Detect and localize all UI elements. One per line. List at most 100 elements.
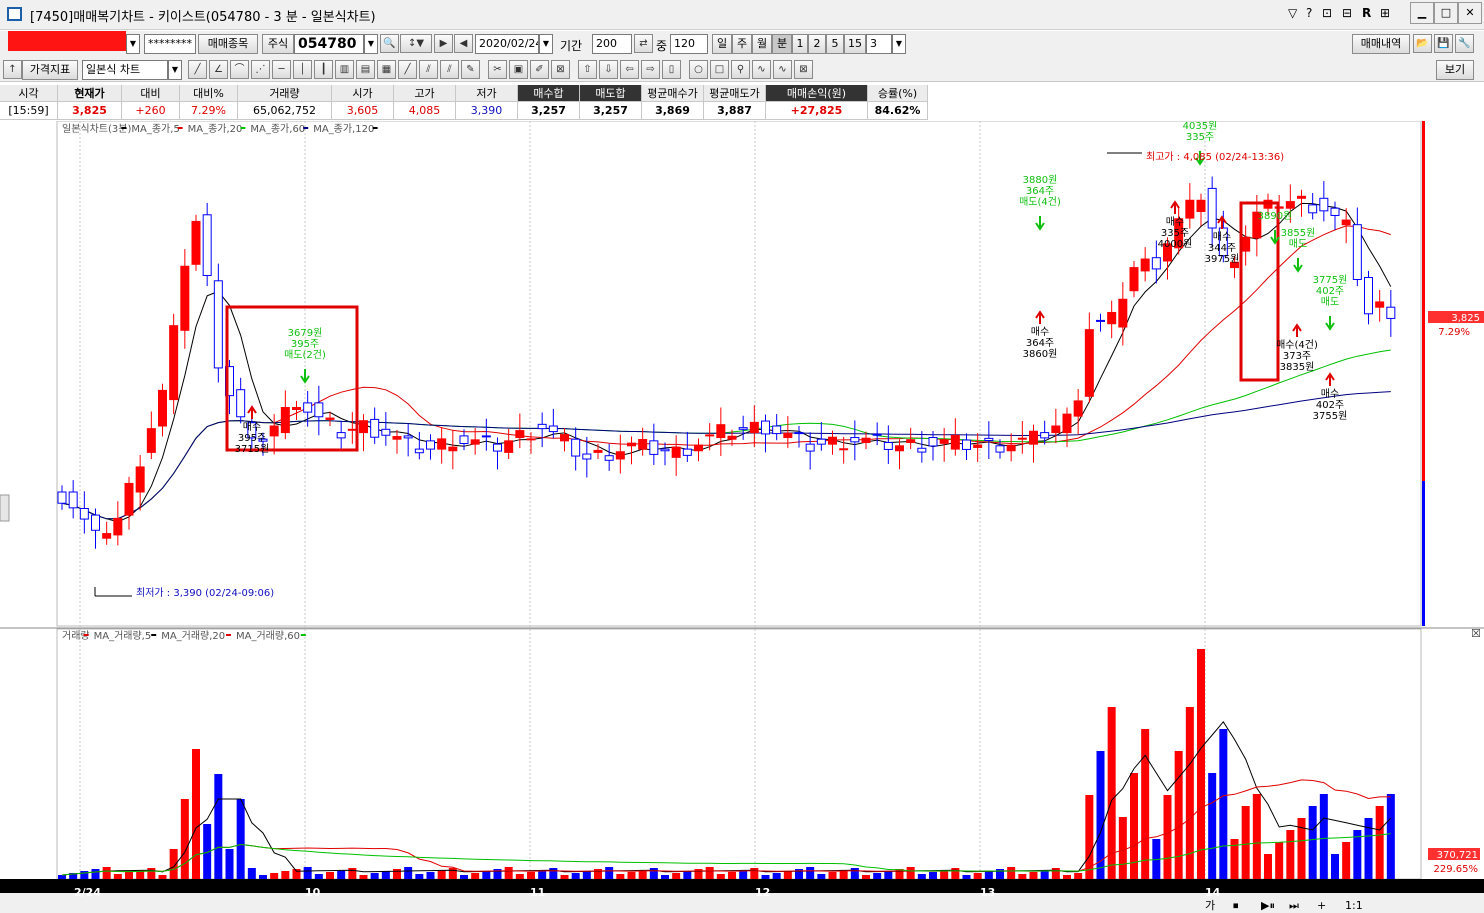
grid-icon[interactable]: ⊞ — [1380, 6, 1390, 20]
draw-tool-icon[interactable]: ⇧ — [578, 60, 597, 79]
minute-select[interactable]: 3 — [866, 34, 892, 54]
draw-tool-icon[interactable]: ⇦ — [620, 60, 639, 79]
dropdown-icon[interactable]: ▽ — [1288, 6, 1297, 20]
unit-15-button[interactable]: 15 — [844, 34, 866, 54]
restore-icon[interactable]: ⊟ — [1342, 6, 1352, 20]
quote-value: 3,825 — [58, 102, 122, 120]
volume-bar — [1331, 854, 1339, 879]
account-dropdown-icon[interactable]: ▼ — [126, 34, 140, 54]
up-icon[interactable]: ↑ — [3, 60, 22, 79]
draw-tool-icon[interactable]: ○ — [689, 60, 708, 79]
draw-tool-icon[interactable]: ∿ — [752, 60, 771, 79]
draw-tool-icon[interactable]: ▯ — [662, 60, 681, 79]
candle-body — [347, 428, 357, 431]
open-icon[interactable]: 📂 — [1413, 34, 1432, 53]
draw-tool-icon[interactable]: □ — [710, 60, 729, 79]
minimize-button[interactable]: ▁ — [1410, 2, 1434, 24]
count-input[interactable]: 120 — [670, 34, 708, 54]
close-button[interactable]: ✕ — [1458, 2, 1482, 24]
link-icon[interactable]: ⊡ — [1322, 6, 1332, 20]
draw-tool-icon[interactable]: ⋰ — [251, 60, 270, 79]
draw-tool-icon[interactable]: ▣ — [509, 60, 528, 79]
period-input[interactable]: 200 — [592, 34, 632, 54]
minute-dropdown-icon[interactable]: ▼ — [892, 34, 906, 54]
market-type-button[interactable]: 주식 — [262, 34, 294, 54]
play-icon[interactable]: ▶ — [434, 34, 453, 53]
apply-icon[interactable]: ⇄ — [634, 34, 653, 53]
draw-tool-icon[interactable]: ⚲ — [731, 60, 750, 79]
volume-bar — [1308, 806, 1317, 879]
low-price-label: 최저가 : 3,390 (02/24-09:06) — [136, 587, 274, 599]
date-dropdown-icon[interactable]: ▼ — [539, 34, 553, 54]
unit-2-button[interactable]: 2 — [808, 34, 826, 54]
draw-tool-icon[interactable]: ╱ — [398, 60, 417, 79]
draw-tool-icon[interactable]: ⊠ — [551, 60, 570, 79]
draw-tool-icon[interactable]: ┃ — [314, 60, 333, 79]
candle-body — [861, 437, 871, 443]
date-input[interactable]: 2020/02/24 — [475, 34, 539, 54]
view-button[interactable]: 보기 — [1436, 60, 1474, 80]
unit-day-button[interactable]: 일 — [712, 34, 732, 54]
save-icon[interactable]: 💾 — [1434, 34, 1453, 53]
draw-tool-icon[interactable]: ⌒ — [230, 60, 249, 79]
draw-tool-icon[interactable]: ▥ — [335, 60, 354, 79]
volume-bar — [1096, 751, 1105, 879]
chart-area[interactable]: 3679원395주매도(2건)매수395주3715원3880원364주매도(4건… — [0, 121, 1484, 913]
quote-value: 3,257 — [580, 102, 642, 120]
unit-minute-button[interactable]: 분 — [772, 34, 792, 54]
marker-text: 매수 — [1031, 326, 1049, 338]
maximize-button[interactable]: □ — [1434, 2, 1458, 24]
candle-body — [1073, 400, 1083, 417]
draw-tool-icon[interactable]: ∠ — [209, 60, 228, 79]
candle-body — [694, 444, 703, 452]
draw-tool-icon[interactable]: ▤ — [356, 60, 375, 79]
legend-swatch — [83, 634, 89, 636]
draw-tool-icon[interactable]: ─ — [272, 60, 291, 79]
draw-tool-icon[interactable]: ✎ — [461, 60, 480, 79]
sort-icon[interactable]: ↕▼ — [400, 34, 432, 53]
unit-1-button[interactable]: 1 — [792, 34, 808, 54]
code-dropdown-icon[interactable]: ▼ — [364, 34, 378, 54]
price-indicator-button[interactable]: 가격지표 — [22, 60, 78, 80]
account-password[interactable]: ******** — [144, 34, 196, 54]
volume-bar — [661, 875, 669, 879]
volume-bar — [873, 873, 882, 879]
help-icon[interactable]: ? — [1306, 6, 1312, 20]
draw-tool-icon[interactable]: ⫽ — [419, 60, 438, 79]
draw-tool-icon[interactable]: ⇩ — [599, 60, 618, 79]
candle-body — [1006, 444, 1016, 452]
trade-history-button[interactable]: 매매내역 — [1352, 34, 1410, 54]
playback-control: + — [1317, 899, 1326, 912]
candle-body — [1118, 298, 1128, 328]
draw-tool-icon[interactable]: │ — [293, 60, 312, 79]
chart-type-select[interactable]: 일본식 차트 — [82, 60, 168, 80]
volume-bar — [448, 868, 457, 879]
unit-week-button[interactable]: 주 — [732, 34, 752, 54]
unit-month-button[interactable]: 월 — [752, 34, 772, 54]
chart-type-dropdown-icon[interactable]: ▼ — [168, 60, 182, 80]
quote-header: 저가 — [456, 85, 518, 102]
candle-body — [135, 466, 145, 493]
candle-body — [560, 434, 569, 442]
draw-tool-icon[interactable]: ⊠ — [794, 60, 813, 79]
draw-tool-icon[interactable]: ∿ — [773, 60, 792, 79]
draw-tool-icon[interactable]: ⇨ — [641, 60, 660, 79]
draw-tool-icon[interactable]: ▦ — [377, 60, 396, 79]
candle-body — [102, 533, 112, 539]
r-icon[interactable]: R — [1362, 6, 1371, 20]
draw-tool-icon[interactable]: ✂ — [488, 60, 507, 79]
candle-body — [962, 439, 971, 450]
unit-5-button[interactable]: 5 — [826, 34, 844, 54]
draw-tool-icon[interactable]: ╱ — [188, 60, 207, 79]
draw-tool-icon[interactable]: ✐ — [530, 60, 549, 79]
draw-tool-icon[interactable]: ⫽ — [440, 60, 459, 79]
back-icon[interactable]: ◀ — [454, 34, 473, 53]
stock-code-input[interactable]: 054780 — [294, 34, 364, 54]
quote-value: +27,825 — [766, 102, 868, 120]
settings-icon[interactable]: 🔧 — [1455, 34, 1474, 53]
marker-text: 3890원 — [1258, 210, 1293, 222]
search-icon[interactable]: 🔍 — [380, 34, 399, 53]
trade-item-button[interactable]: 매매종목 — [198, 34, 258, 54]
volume-bar — [437, 870, 446, 879]
toolbar-top: ▼ ******** 매매종목 주식 054780 ▼ 🔍 ↕▼ ▶ ◀ 202… — [0, 31, 1484, 57]
